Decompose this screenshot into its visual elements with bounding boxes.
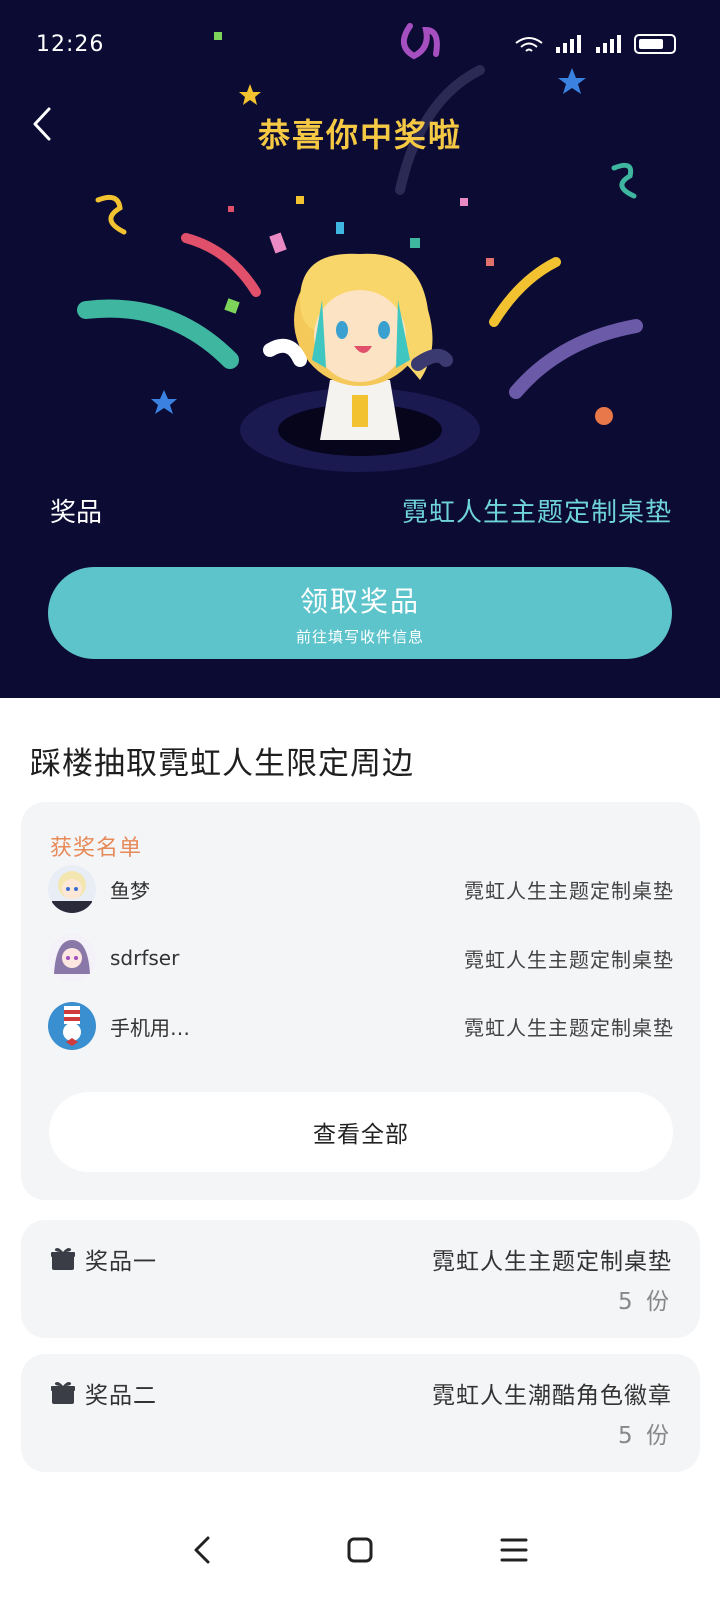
prize-hero: 12:26 恭喜你中奖啦 奖品 霓虹人生主题定制桌垫 领取奖品 前往填写收件信息	[0, 0, 720, 698]
claim-button-sublabel: 前往填写收件信息	[295, 627, 424, 646]
view-all-button[interactable]: 查看全部	[49, 1092, 673, 1172]
gift-icon	[51, 1382, 75, 1404]
section-title: 踩楼抽取霓虹人生限定周边	[30, 746, 414, 782]
anime-girl-blonde-avatar	[48, 865, 96, 913]
anime-girl-purple-avatar	[48, 934, 96, 982]
prize-label: 奖品	[50, 497, 103, 528]
status-icons	[514, 34, 676, 54]
prize-card-count: 5 份	[618, 1423, 672, 1449]
winner-name: 手机用…	[110, 1015, 190, 1040]
nav-home-icon	[347, 1537, 373, 1563]
claim-button-label: 领取奖品	[299, 584, 420, 618]
winner-row[interactable]: 鱼梦 霓虹人生主题定制桌垫	[48, 864, 674, 914]
status-time: 12:26	[36, 32, 105, 57]
system-nav-bar	[0, 1500, 720, 1600]
wifi-icon	[515, 37, 543, 52]
prize-card-name: 霓虹人生潮酷角色徽章	[432, 1383, 672, 1409]
claim-prize-button[interactable]: 领取奖品 前往填写收件信息	[48, 567, 672, 659]
winner-prize: 霓虹人生主题定制桌垫	[464, 878, 674, 903]
status-bar: 12:26	[0, 0, 720, 90]
winner-prize: 霓虹人生主题定制桌垫	[464, 947, 674, 972]
signal-2-icon	[596, 35, 621, 53]
nav-back-icon	[194, 1536, 210, 1564]
prize-card-count: 5 份	[618, 1289, 672, 1315]
nav-menu-button[interactable]	[484, 1522, 544, 1578]
signal-icon	[556, 35, 581, 53]
nav-home-button[interactable]	[330, 1522, 390, 1578]
cat-in-hat-avatar	[48, 1002, 96, 1050]
winner-row[interactable]: sdrfser 霓虹人生主题定制桌垫	[48, 933, 674, 983]
battery-icon	[634, 34, 676, 54]
winner-prize: 霓虹人生主题定制桌垫	[464, 1015, 674, 1040]
prize-card: 奖品一 霓虹人生主题定制桌垫 5 份	[21, 1220, 700, 1338]
gift-icon	[51, 1248, 75, 1270]
prize-value: 霓虹人生主题定制桌垫	[401, 497, 672, 528]
nav-back-button[interactable]	[172, 1522, 232, 1578]
prize-card-label: 奖品一	[85, 1249, 157, 1275]
winner-row[interactable]: 手机用… 霓虹人生主题定制桌垫	[48, 1001, 674, 1051]
prize-summary: 奖品 霓虹人生主题定制桌垫	[50, 490, 672, 530]
menu-icon	[500, 1538, 528, 1562]
winners-card: 获奖名单 鱼梦 霓虹人生主题定制桌垫 sdrfser 霓虹人生主题定制桌垫 手机…	[21, 802, 700, 1200]
winner-name: 鱼梦	[110, 878, 150, 903]
prize-card-name: 霓虹人生主题定制桌垫	[432, 1249, 672, 1275]
prize-card-label: 奖品二	[85, 1383, 157, 1409]
page-title: 恭喜你中奖啦	[257, 116, 462, 154]
winner-name: sdrfser	[110, 946, 180, 970]
prize-card: 奖品二 霓虹人生潮酷角色徽章 5 份	[21, 1354, 700, 1472]
winners-title: 获奖名单	[50, 836, 143, 861]
